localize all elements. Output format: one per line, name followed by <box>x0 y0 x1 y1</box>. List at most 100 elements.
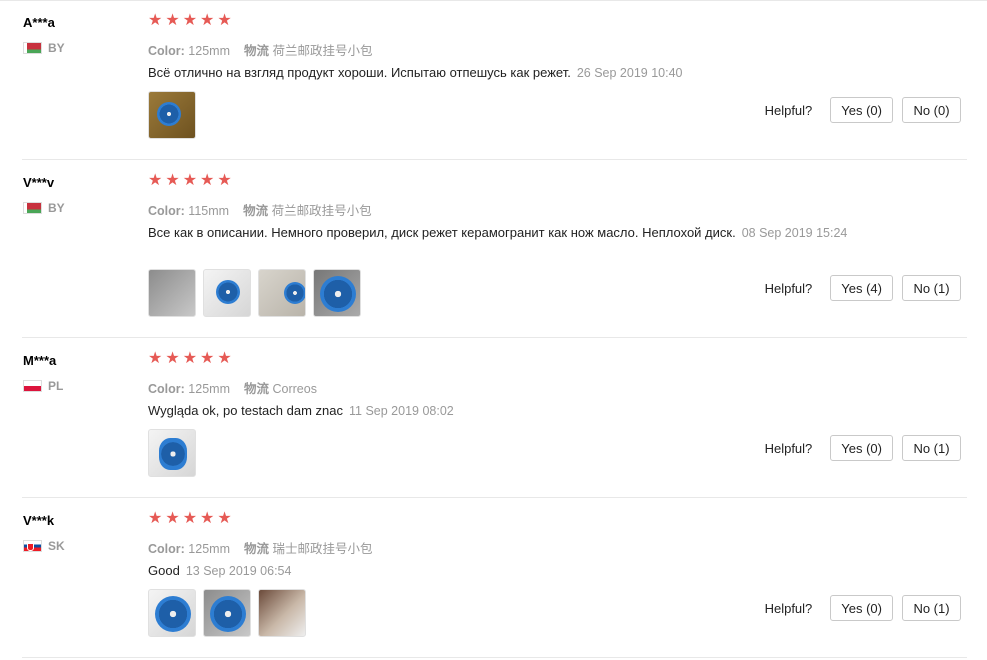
review-text: Все как в описании. Немного проверил, ди… <box>148 224 868 242</box>
review-text: Всё отлично на взгляд продукт хороши. Ис… <box>148 64 868 82</box>
star-icon: ★ <box>200 172 215 189</box>
logistics-label: 物流 <box>243 44 269 58</box>
belarus-flag-icon <box>23 42 42 54</box>
review-date: 13 Sep 2019 06:54 <box>185 564 292 578</box>
color-label: Color: <box>148 382 185 396</box>
color-label: Color: <box>148 204 185 218</box>
color-value: 125mm <box>188 382 230 396</box>
review-body: Good <box>148 563 180 578</box>
review-photo[interactable] <box>203 269 251 317</box>
review-body: Wygląda ok, po testach dam znac <box>148 403 343 418</box>
star-icon: ★ <box>165 172 180 189</box>
review-photo[interactable] <box>148 429 196 477</box>
star-icon: ★ <box>217 12 232 29</box>
review-date: 26 Sep 2019 10:40 <box>576 66 683 80</box>
star-icon: ★ <box>148 350 163 367</box>
star-rating: ★ ★ ★ ★ ★ <box>148 351 235 367</box>
color-value: 125mm <box>188 44 230 58</box>
country-code: PL <box>48 379 64 393</box>
review-date: 08 Sep 2019 15:24 <box>741 226 848 240</box>
helpful-vote: Helpful? Yes (0) No (1) <box>765 595 961 621</box>
order-attributes: Color: 115mm 物流 荷兰邮政挂号小包 <box>148 200 372 219</box>
helpful-label: Helpful? <box>764 600 813 616</box>
reviewer-name: A***a <box>23 15 55 30</box>
review-photo[interactable] <box>148 589 196 637</box>
order-attributes: Color: 125mm 物流 瑞士邮政挂号小包 <box>148 538 373 557</box>
star-icon: ★ <box>182 510 198 527</box>
helpful-yes-button[interactable]: Yes (0) <box>830 97 893 123</box>
order-attributes: Color: 125mm 物流 荷兰邮政挂号小包 <box>148 40 373 59</box>
review-item: A***a BY ★ ★ ★ ★ ★ Color: 125mm 物流 荷兰邮政挂号小包 В… <box>0 0 987 160</box>
helpful-yes-button[interactable]: Yes (0) <box>830 435 893 461</box>
helpful-yes-button[interactable]: Yes (0) <box>830 595 893 621</box>
logistics-value: Correos <box>272 382 317 396</box>
review-divider <box>22 657 967 658</box>
reviewer-name: V***k <box>23 513 55 528</box>
helpful-label: Helpful? <box>764 440 813 456</box>
belarus-flag-icon <box>23 202 42 214</box>
logistics-value: 瑞士邮政挂号小包 <box>272 542 373 556</box>
review-photo[interactable] <box>258 589 306 637</box>
review-item: V***v BY ★ ★ ★ ★ ★ Color: 115mm 物流 荷兰邮政挂号小包 В… <box>0 160 987 338</box>
star-icon: ★ <box>217 350 232 367</box>
review-item: V***k SK ★ ★ ★ ★ ★ Color: 125mm 物流 瑞士邮政挂号小包 G… <box>0 498 987 658</box>
color-value: 115mm <box>188 204 230 218</box>
review-photos <box>148 589 313 637</box>
star-icon: ★ <box>165 510 180 527</box>
review-photo[interactable] <box>313 269 361 317</box>
review-date: 11 Sep 2019 08:02 <box>349 404 454 418</box>
logistics-value: 荷兰邮政挂号小包 <box>271 204 372 218</box>
country-code: BY <box>48 41 65 55</box>
helpful-vote: Helpful? Yes (0) No (1) <box>765 435 961 461</box>
review-body: Все как в описании. Немного проверил, ди… <box>148 225 736 240</box>
poland-flag-icon <box>23 380 42 392</box>
star-icon: ★ <box>165 12 180 29</box>
star-icon: ★ <box>165 350 180 367</box>
review-item: M***a PL ★ ★ ★ ★ ★ Color: 125mm 物流 Correos Wy… <box>0 338 987 498</box>
review-text: Good 13 Sep 2019 06:54 <box>148 562 868 580</box>
helpful-yes-button[interactable]: Yes (4) <box>830 275 893 301</box>
logistics-label: 物流 <box>243 542 269 556</box>
country-code: BY <box>48 201 65 215</box>
star-rating: ★ ★ ★ ★ ★ <box>148 173 235 189</box>
reviewer-country: BY <box>23 41 65 55</box>
helpful-no-button[interactable]: No (1) <box>902 435 961 461</box>
star-icon: ★ <box>217 510 232 527</box>
review-photo[interactable] <box>203 589 251 637</box>
helpful-vote: Helpful? Yes (4) No (1) <box>765 275 961 301</box>
reviewer-name: M***a <box>23 353 57 368</box>
logistics-label: 物流 <box>243 382 269 396</box>
star-icon: ★ <box>200 350 215 367</box>
helpful-no-button[interactable]: No (0) <box>902 97 961 123</box>
review-photos <box>148 91 203 139</box>
color-label: Color: <box>148 542 185 556</box>
review-photo[interactable] <box>148 91 196 139</box>
star-rating: ★ ★ ★ ★ ★ <box>148 511 235 527</box>
star-icon: ★ <box>182 12 198 29</box>
review-photos <box>148 269 368 317</box>
logistics-label: 物流 <box>243 204 269 218</box>
logistics-value: 荷兰邮政挂号小包 <box>272 44 373 58</box>
star-icon: ★ <box>148 510 163 527</box>
slovakia-flag-icon <box>23 540 42 552</box>
star-icon: ★ <box>148 172 163 189</box>
color-label: Color: <box>148 44 185 58</box>
review-body: Всё отлично на взгляд продукт хороши. Ис… <box>148 65 571 80</box>
star-rating: ★ ★ ★ ★ ★ <box>148 13 235 29</box>
star-icon: ★ <box>200 12 215 29</box>
reviewer-country: BY <box>23 201 65 215</box>
helpful-no-button[interactable]: No (1) <box>902 595 961 621</box>
star-icon: ★ <box>182 350 198 367</box>
review-text: Wygląda ok, po testach dam znac 11 Sep 20… <box>148 402 868 420</box>
country-code: SK <box>48 539 65 553</box>
star-icon: ★ <box>217 172 232 189</box>
reviewer-country: PL <box>23 379 63 393</box>
star-icon: ★ <box>148 12 163 29</box>
helpful-vote: Helpful? Yes (0) No (0) <box>765 97 961 123</box>
star-icon: ★ <box>200 510 215 527</box>
helpful-label: Helpful? <box>764 280 813 296</box>
review-photo[interactable] <box>258 269 306 317</box>
review-photo[interactable] <box>148 269 196 317</box>
reviewer-country: SK <box>23 539 65 553</box>
helpful-no-button[interactable]: No (1) <box>902 275 961 301</box>
